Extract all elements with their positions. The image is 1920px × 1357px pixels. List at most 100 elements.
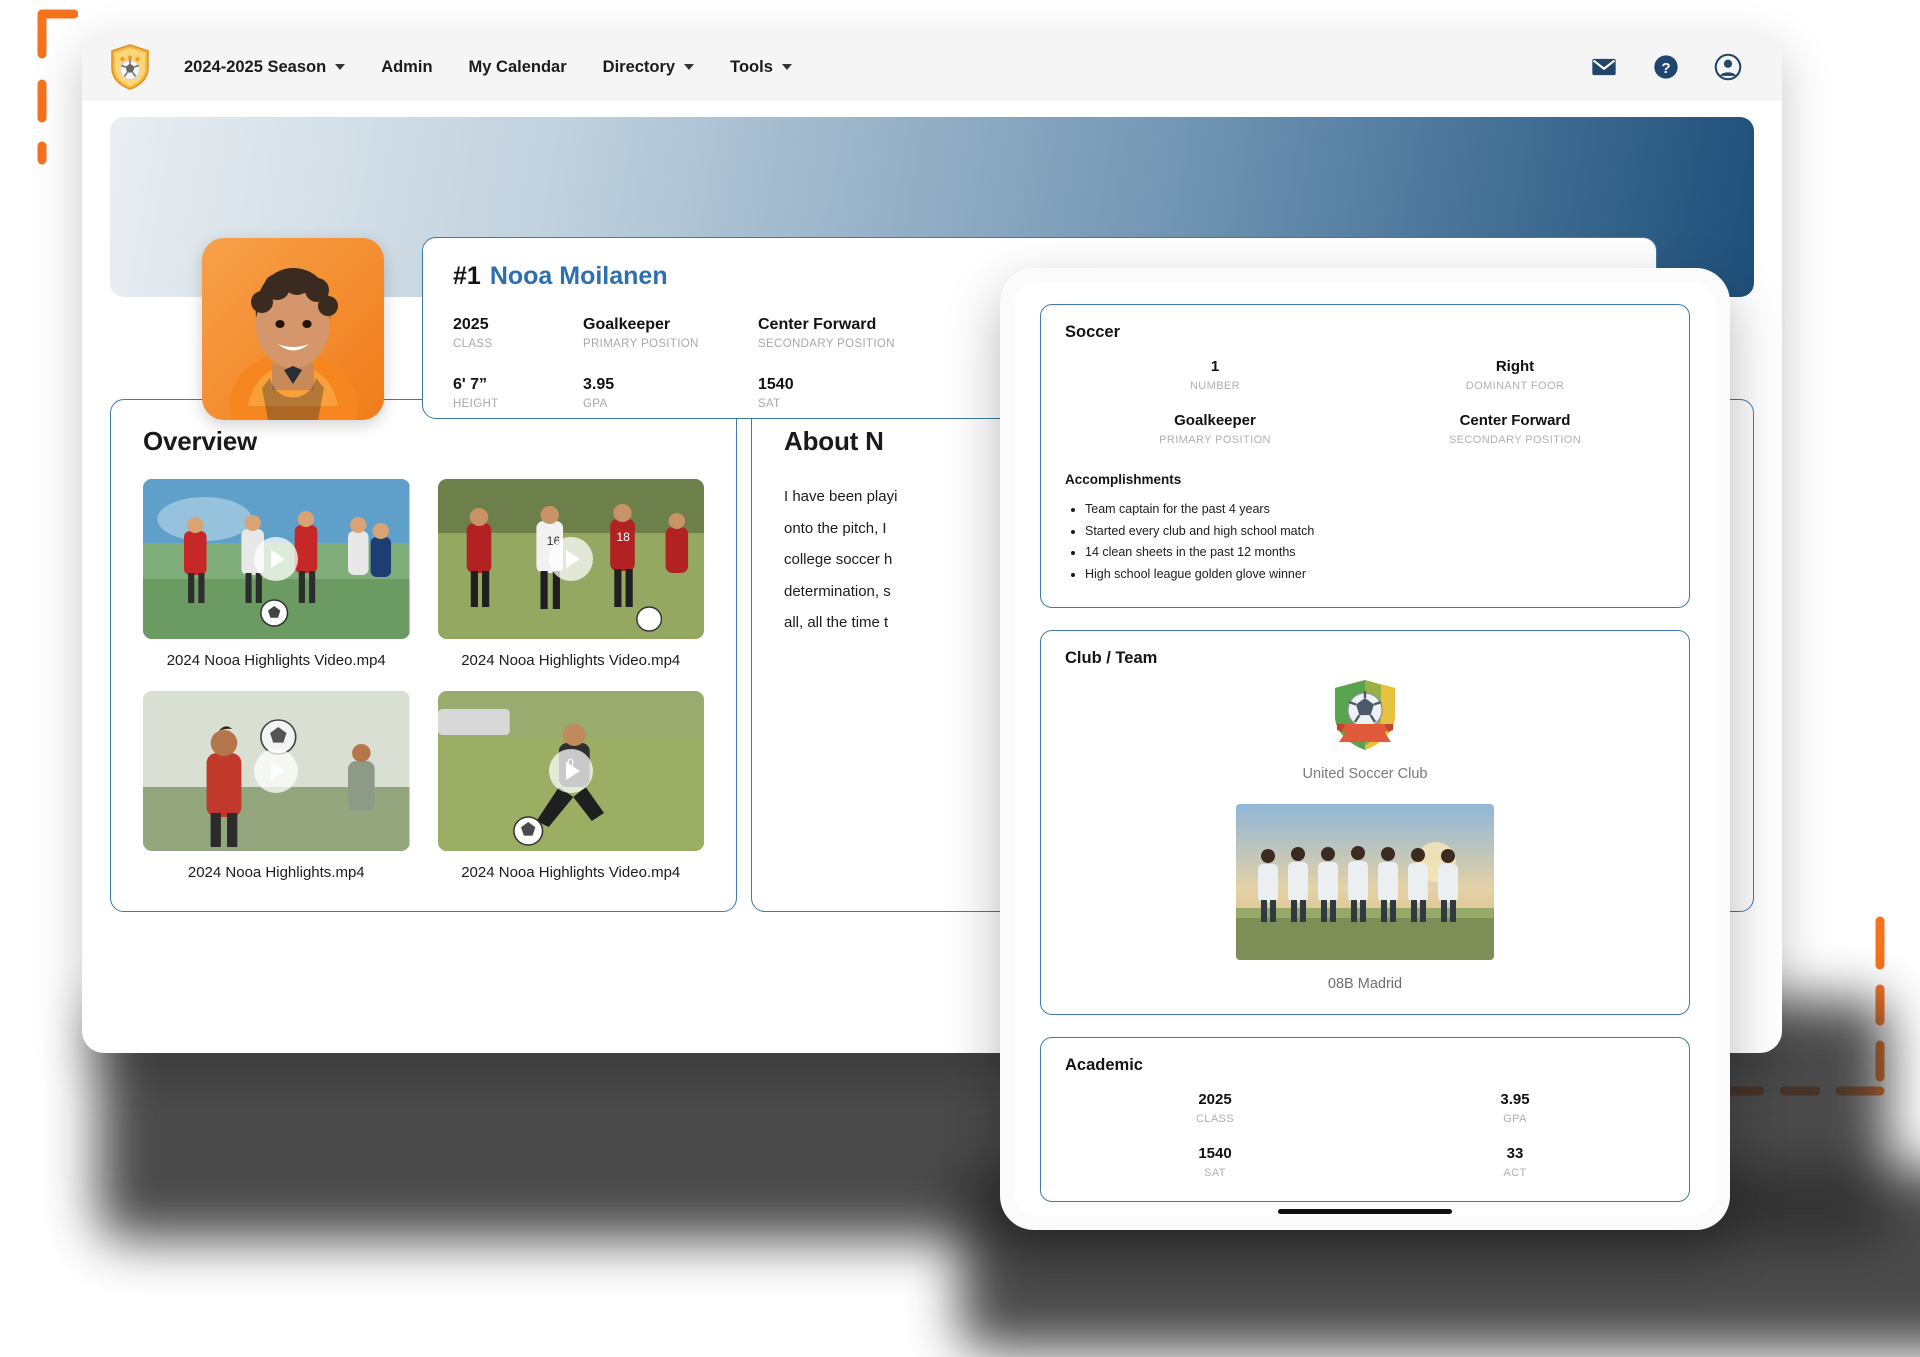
jersey-number: #1 [453,262,481,290]
top-navigation-bar: 2024-2025 Season Admin My Calendar Direc… [82,33,1782,101]
club-team-title: Club / Team [1065,649,1158,667]
nav-item-my-calendar[interactable]: My Calendar [469,58,567,77]
nav-item-directory[interactable]: Directory [602,57,695,77]
chevron-down-icon [335,64,346,70]
help-icon[interactable]: ? [1652,53,1680,81]
stat-primary-position-label: PRIMARY POSITION [583,338,699,350]
decorative-dash-top-left [37,9,78,165]
video-thumbnail[interactable] [143,691,410,851]
nav-item-tools-label: Tools [730,57,773,76]
academic-stat-sat: 1540 SAT [1065,1145,1365,1179]
academic-stat-gpa: 3.95 GPA [1365,1091,1665,1125]
soccer-stat-secondary-position-value: Center Forward [1459,412,1571,429]
tablet-device: Soccer 1 NUMBER Right DOMINANT FOOR Goal… [1000,268,1730,1230]
accomplishment-item: 14 clean sheets in the past 12 months [1085,542,1665,564]
nav-item-admin-label: Admin [381,57,433,76]
video-item[interactable]: 0 2024 Nooa Highlights Video.mp4 [437,691,704,881]
academic-card-title: Academic [1065,1056,1143,1074]
play-icon [565,550,580,568]
soccer-stat-number: 1 NUMBER [1065,358,1365,392]
video-thumbnail[interactable]: 0 [437,691,704,851]
chevron-down-icon [781,64,792,70]
academic-stats-grid: 2025 CLASS 3.95 GPA 1540 SAT 33 ACT [1065,1091,1665,1179]
stat-gpa: 3.95 GPA [583,375,758,413]
stat-class: 2025 CLASS [453,315,583,353]
play-icon [271,762,286,780]
stat-height-label: HEIGHT [453,398,499,411]
video-caption: 2024 Nooa Highlights Video.mp4 [461,864,681,881]
academic-stat-class-value: 2025 [1198,1091,1232,1108]
soccer-stat-primary-position-label: PRIMARY POSITION [1159,434,1271,446]
accomplishments-list: Team captain for the past 4 years Starte… [1085,499,1665,585]
academic-stat-class: 2025 CLASS [1065,1091,1365,1125]
soccer-stat-dominant-foot: Right DOMINANT FOOR [1365,358,1665,392]
video-caption: 2024 Nooa Highlights.mp4 [187,864,365,881]
soccer-stat-number-label: NUMBER [1189,380,1241,392]
nav-links: 2024-2025 Season Admin My Calendar Direc… [184,58,792,77]
player-name[interactable]: Nooa Moilanen [490,262,668,291]
video-item[interactable]: 2024 Nooa Highlights.mp4 [143,691,410,881]
nav-item-directory-label: Directory [602,57,676,76]
club-name-label: United Soccer Club [1302,766,1428,782]
accomplishment-item: High school league golden glove winner [1085,564,1665,586]
soccer-stat-primary-position: Goalkeeper PRIMARY POSITION [1065,412,1365,446]
nav-item-season-label: 2024-2025 Season [184,57,327,76]
play-button[interactable] [254,749,299,793]
soccer-stat-secondary-position: Center Forward SECONDARY POSITION [1365,412,1665,446]
mail-icon[interactable] [1590,53,1618,81]
tablet-screen: Soccer 1 NUMBER Right DOMINANT FOOR Goal… [1014,282,1716,1216]
soccer-stat-primary-position-value: Goalkeeper [1174,412,1256,429]
accomplishment-item: Team captain for the past 4 years [1085,499,1665,521]
academic-stat-act-value: 33 [1506,1145,1524,1162]
video-grid: 2024 Nooa Highlights Video.mp4 16 18 202… [143,479,704,881]
academic-stat-act-label: ACT [1503,1167,1527,1179]
soccer-stat-secondary-position-label: SECONDARY POSITION [1448,434,1582,446]
stat-height: 6' 7” HEIGHT [453,375,583,413]
overview-title: Overview [143,426,258,456]
stat-primary-position: Goalkeeper PRIMARY POSITION [583,315,758,353]
play-button[interactable] [254,537,299,581]
academic-stat-sat-label: SAT [1204,1167,1226,1179]
team-photo-caption: 08B Madrid [1327,976,1403,992]
academic-stat-gpa-label: GPA [1503,1113,1527,1125]
nav-item-admin[interactable]: Admin [381,58,432,77]
play-button[interactable] [548,537,593,581]
academic-stat-class-label: CLASS [1195,1113,1235,1125]
video-caption: 2024 Nooa Highlights Video.mp4 [166,652,386,669]
player-photo [202,238,384,420]
soccer-stat-number-value: 1 [1210,358,1220,375]
stat-gpa-label: GPA [583,398,608,411]
video-item[interactable]: 2024 Nooa Highlights Video.mp4 [143,479,410,669]
academic-stat-sat-value: 1540 [1198,1145,1232,1162]
nav-item-tools[interactable]: Tools [730,58,792,77]
video-thumbnail[interactable]: 16 18 [437,479,704,639]
video-item[interactable]: 16 18 2024 Nooa Highlights Video.mp4 [437,479,704,669]
play-button[interactable] [548,749,593,793]
svg-text:?: ? [1661,60,1670,77]
club-shield-logo-icon [1335,680,1395,750]
academic-stat-gpa-value: 3.95 [1500,1091,1530,1108]
video-caption: 2024 Nooa Highlights Video.mp4 [461,652,681,669]
overview-panel: Overview 2024 Nooa Highlights Video.mp4 … [110,399,737,912]
svg-text:18: 18 [616,530,630,544]
nav-item-season[interactable]: 2024-2025 Season [184,57,346,77]
tablet-home-indicator[interactable] [1278,1209,1452,1214]
soccer-card-title: Soccer [1065,323,1121,341]
play-icon [565,762,580,780]
video-thumbnail[interactable] [143,479,410,639]
chevron-down-icon [684,64,695,70]
accomplishments-title: Accomplishments [1065,472,1182,487]
soccer-stats-grid: 1 NUMBER Right DOMINANT FOOR Goalkeeper … [1065,358,1665,446]
academic-stat-act: 33 ACT [1365,1145,1665,1179]
stat-gpa-value: 3.95 [583,376,615,394]
stat-class-value: 2025 [453,316,489,333]
soccer-stat-dominant-foot-value: Right [1495,358,1535,375]
academic-card: Academic 2025 CLASS 3.95 GPA 1540 SAT 33… [1040,1037,1690,1202]
stat-primary-position-value: Goalkeeper [583,316,671,333]
club-team-card: Club / Team United Soccer Club 08B Madri… [1040,630,1690,1015]
shield-soccer-logo-icon[interactable] [110,44,150,90]
play-icon [271,550,286,568]
user-avatar-icon[interactable] [1714,53,1742,81]
stat-height-value: 6' 7” [453,376,488,394]
screenshot-stage: 2024-2025 Season Admin My Calendar Direc… [0,0,1920,1357]
